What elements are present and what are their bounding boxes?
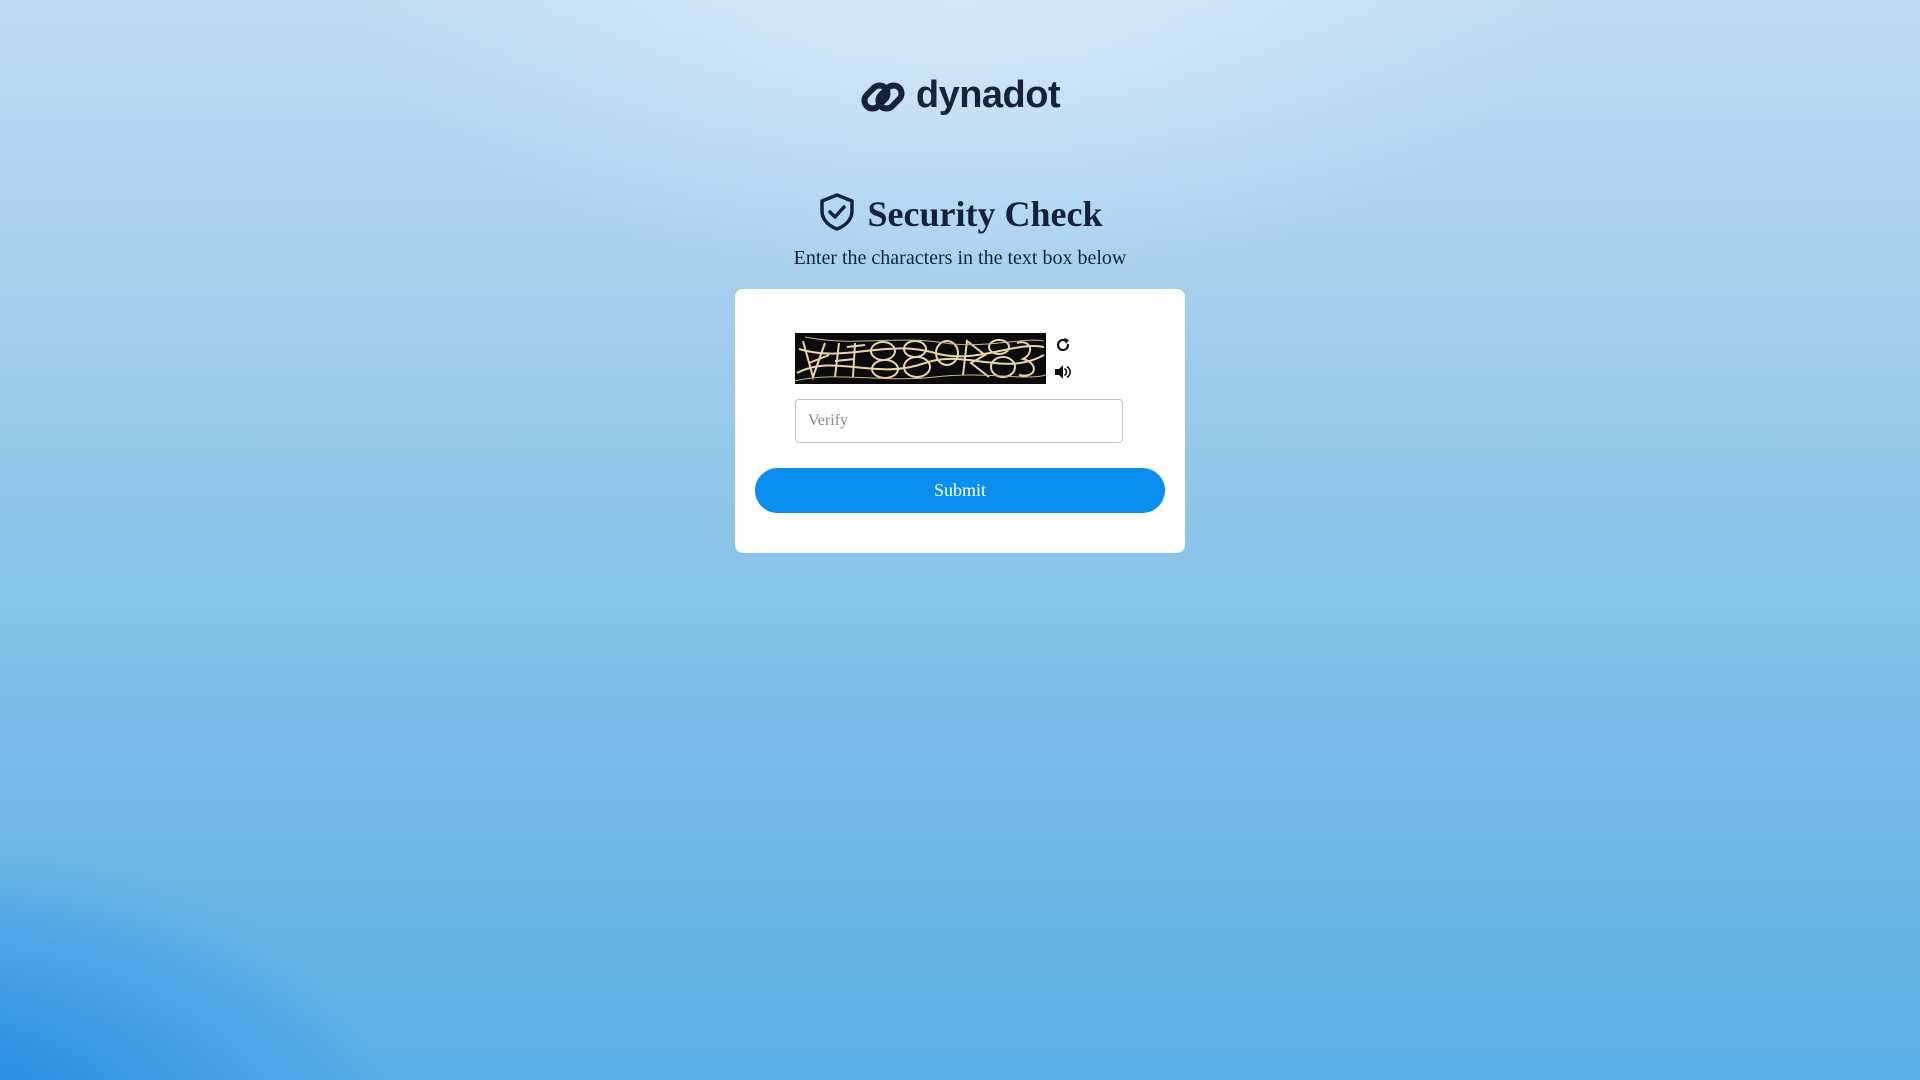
captcha-image — [795, 333, 1046, 384]
audio-captcha-button[interactable] — [1054, 364, 1072, 385]
speaker-icon — [1054, 364, 1072, 385]
captcha-tools — [1054, 333, 1072, 383]
shield-check-icon — [818, 192, 856, 237]
refresh-icon — [1055, 337, 1071, 358]
chain-link-logo-icon — [860, 74, 906, 120]
submit-button[interactable]: Submit — [755, 468, 1165, 513]
dynadot-logo: dynadot — [0, 74, 1920, 120]
captcha-row — [795, 333, 1072, 384]
instructions-text: Enter the characters in the text box bel… — [793, 247, 1127, 269]
page-title: Security Check — [867, 194, 1103, 234]
verify-input[interactable] — [795, 399, 1123, 443]
brand-name: dynadot — [915, 74, 1061, 116]
captcha-card: Submit — [735, 289, 1185, 553]
refresh-captcha-button[interactable] — [1054, 337, 1072, 358]
security-check-heading: Security Check — [0, 190, 1920, 238]
